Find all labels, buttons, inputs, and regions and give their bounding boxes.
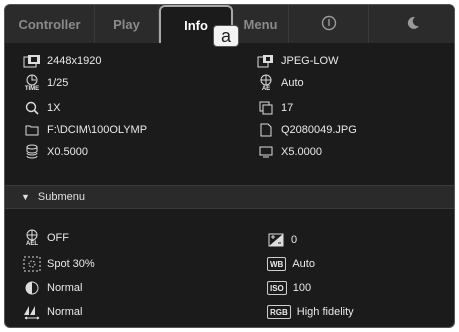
folder-row: F:\DCIM\100OLYMP [23, 119, 147, 141]
iso-row: ISO 100 [267, 277, 311, 299]
right-ratio-value: X5.0000 [281, 146, 322, 158]
tab-night[interactable] [369, 5, 454, 43]
exposure-comp-icon [267, 231, 285, 249]
sharpness-icon [23, 303, 41, 321]
time-icon-label: TIME [24, 85, 40, 92]
file-icon [257, 121, 275, 139]
image-size-value: 2448x1920 [47, 55, 102, 67]
spot-metering-icon [23, 255, 41, 273]
quality-row: JPEG-LOW [257, 50, 338, 72]
callout-label: a [213, 25, 239, 47]
time-icon: TIME [23, 72, 41, 94]
stack-icon [23, 143, 41, 161]
ael-row: AEL OFF [23, 227, 69, 249]
exposure-comp-value: 0 [291, 234, 298, 246]
image-size-row: 2448x1920 [23, 50, 101, 72]
wb-row: WB Auto [267, 253, 315, 275]
metering-row: Spot 30% [23, 253, 95, 275]
ae-value: Auto [281, 77, 304, 89]
shutter-value: 1/25 [47, 77, 69, 89]
folder-value: F:\DCIM\100OLYMP [47, 124, 148, 136]
zoom-row: 1X [23, 97, 60, 119]
ael-value: OFF [47, 232, 69, 244]
count-row: 17 [257, 97, 293, 119]
tab-menu[interactable]: Menu [233, 5, 289, 43]
power-icon [321, 15, 337, 34]
camera-info-panel: Controller Play Info Menu a 2448x1920 TI… [4, 4, 455, 328]
sharpness-value: Normal [47, 306, 83, 318]
quality-icon [257, 52, 275, 70]
tab-controller[interactable]: Controller [5, 5, 95, 43]
color-row: RGB High fidelity [267, 301, 354, 323]
metering-value: Spot 30% [47, 258, 95, 270]
iso-icon: ISO [267, 281, 287, 295]
wb-icon: WB [267, 257, 287, 271]
tab-play[interactable]: Play [95, 5, 159, 43]
contrast-row: Normal [23, 277, 82, 299]
image-size-icon [23, 52, 41, 70]
ae-icon: AE [257, 72, 275, 94]
submenu-label: Submenu [37, 191, 86, 203]
filename-row: Q2080049.JPG [257, 119, 357, 141]
iso-value: 100 [292, 282, 312, 294]
ael-icon: AEL [23, 227, 41, 249]
color-value: High fidelity [296, 306, 354, 318]
wb-value: Auto [292, 258, 315, 270]
filename-value: Q2080049.JPG [281, 124, 357, 136]
count-value: 17 [281, 102, 294, 114]
sharpness-row: Normal [23, 301, 82, 323]
quality-value: JPEG-LOW [281, 55, 339, 67]
burst-icon [257, 99, 275, 117]
contrast-value: Normal [47, 282, 83, 294]
moon-icon [406, 16, 420, 33]
right-ratio-row: X5.0000 [257, 141, 322, 163]
contrast-icon [23, 279, 41, 297]
folder-icon [23, 121, 41, 139]
zoom-value: 1X [47, 102, 61, 114]
tab-power[interactable] [289, 5, 369, 43]
rgb-icon: RGB [267, 305, 291, 319]
submenu-toggle[interactable]: ▼ Submenu [5, 185, 454, 209]
left-ratio-row: X0.5000 [23, 141, 88, 163]
ae-row: AE Auto [257, 72, 304, 94]
shutter-row: TIME 1/25 [23, 72, 68, 94]
left-ratio-value: X0.5000 [47, 146, 88, 158]
magnifier-icon [23, 99, 41, 117]
ae-icon-label: AE [261, 85, 271, 92]
exposure-comp-row: 0 [267, 229, 297, 251]
chevron-down-icon: ▼ [21, 192, 30, 202]
monitor-icon [257, 143, 275, 161]
ael-icon-label: AEL [26, 240, 38, 247]
